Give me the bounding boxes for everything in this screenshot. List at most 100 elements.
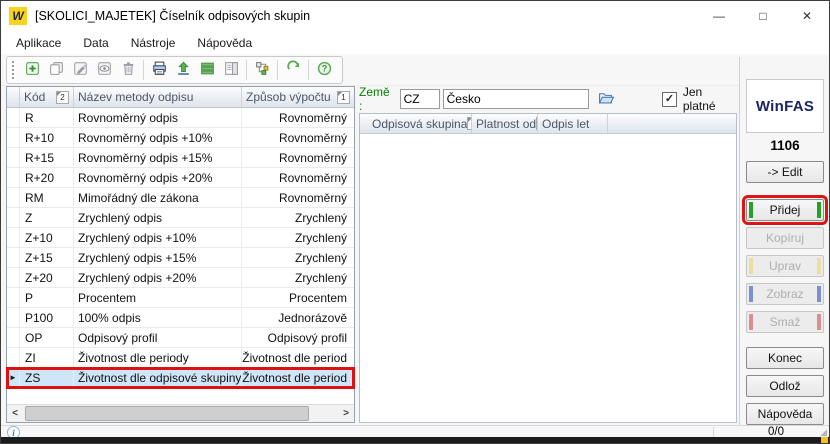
table-row[interactable]: ZIŽivotnost dle periodyŽivotnost dle per… xyxy=(7,348,354,368)
sort-badge: 1 xyxy=(337,91,350,104)
table-cell: Mimořádný dle zákona xyxy=(74,188,242,207)
column-header-zpusob[interactable]: Způsob výpočtu 1 xyxy=(242,87,354,107)
lookup-button[interactable] xyxy=(595,89,619,109)
table-row[interactable]: OPOdpisový profilOdpisový profil xyxy=(7,328,354,348)
toolbar-drag-handle[interactable] xyxy=(12,61,14,79)
table-cell xyxy=(7,208,20,227)
horizontal-scrollbar[interactable]: < > xyxy=(7,404,354,422)
help-button[interactable]: Nápověda xyxy=(746,403,824,425)
table-row[interactable]: ZZrychlený odpisZrychlený xyxy=(7,208,354,228)
column-header-nazev[interactable]: Název metody odpisu xyxy=(74,87,242,107)
task-number: 1106 xyxy=(740,138,830,153)
edit-button-wrap: -> Edit xyxy=(740,161,830,183)
update-record-button[interactable]: Uprav xyxy=(746,255,824,277)
column-header-platnost-od[interactable]: Platnost od 2 xyxy=(472,114,538,133)
view-button[interactable] xyxy=(92,59,116,81)
toolbar: ? xyxy=(1,54,829,86)
end-button[interactable]: Konec xyxy=(746,347,824,369)
table-cell: Rovnoměrný odpis +10% xyxy=(74,128,242,147)
table-row[interactable]: RMMimořádný dle zákonaRovnoměrný xyxy=(7,188,354,208)
table-cell: ► xyxy=(7,368,20,387)
refresh-icon xyxy=(285,60,302,80)
toolbar-separator xyxy=(143,60,144,80)
add-button[interactable] xyxy=(20,59,44,81)
scroll-left-icon[interactable]: < xyxy=(7,408,23,419)
only-valid-label: Jen platné xyxy=(683,85,737,113)
add-record-button[interactable]: Přidej xyxy=(746,199,824,221)
table-cell: Z+15 xyxy=(20,248,74,267)
copy-button[interactable] xyxy=(44,59,68,81)
help-toolbar-button[interactable]: ? xyxy=(312,59,336,81)
table-cell: Životnost dle period xyxy=(242,368,354,387)
close-button[interactable]: ✕ xyxy=(785,1,829,31)
menu-napoveda[interactable]: Nápověda xyxy=(186,33,263,53)
print-button[interactable] xyxy=(147,59,171,81)
show-record-button[interactable]: Zobraz xyxy=(746,283,824,305)
column-header-kod[interactable]: Kód 2 xyxy=(20,87,74,107)
table-row[interactable]: R+15Rovnoměrný odpis +15%Rovnoměrný xyxy=(7,148,354,168)
minimize-button[interactable]: — xyxy=(697,1,741,31)
table-cell: Rovnoměrný xyxy=(242,108,354,127)
list-icon xyxy=(199,60,216,80)
list-button[interactable] xyxy=(195,59,219,81)
edit-mode-button[interactable]: -> Edit xyxy=(746,161,824,183)
table-row[interactable]: R+20Rovnoměrný odpis +20%Rovnoměrný xyxy=(7,168,354,188)
tree-icon xyxy=(254,60,271,80)
table-cell: R+15 xyxy=(20,148,74,167)
svg-text:?: ? xyxy=(321,64,327,74)
column-label: Kód xyxy=(24,90,45,104)
table-row[interactable]: PProcentemProcentem xyxy=(7,288,354,308)
menu-aplikace[interactable]: Aplikace xyxy=(5,33,72,53)
table-cell: 100% odpis xyxy=(74,308,242,327)
table-cell: OP xyxy=(20,328,74,347)
only-valid-checkbox[interactable]: ✓ xyxy=(662,92,677,107)
country-label: Země : xyxy=(359,85,396,113)
maximize-button[interactable]: □ xyxy=(741,1,785,31)
postpone-button[interactable]: Odlož xyxy=(746,375,824,397)
column-label: Způsob výpočtu xyxy=(246,90,331,104)
edit-button[interactable] xyxy=(68,59,92,81)
scrollbar-thumb[interactable] xyxy=(25,406,309,421)
table-cell: Rovnoměrný odpis +20% xyxy=(74,168,242,187)
eye-icon xyxy=(96,60,113,80)
copy-record-button[interactable]: Kopíruj xyxy=(746,227,824,249)
panel-icon xyxy=(223,60,240,80)
table-cell xyxy=(7,128,20,147)
taskbar-winfas-icon[interactable] xyxy=(821,437,828,444)
menu-data[interactable]: Data xyxy=(72,33,119,53)
table-row[interactable]: P100100% odpisJednorázově xyxy=(7,308,354,328)
table-cell: Rovnoměrný odpis +15% xyxy=(74,148,242,167)
delete-record-button[interactable]: Smaž xyxy=(746,311,824,333)
scroll-right-icon[interactable]: > xyxy=(338,408,354,419)
table-row[interactable]: Z+20Zrychlený odpis +20%Zrychlený xyxy=(7,268,354,288)
column-header-odpisova-skupina[interactable]: Odpisová skupina 1 xyxy=(368,114,472,133)
table-cell: Rovnoměrný xyxy=(242,168,354,187)
column-header-odpis-let[interactable]: Odpis let xyxy=(538,114,608,133)
table-cell xyxy=(7,108,20,127)
groups-table: Odpisová skupina 1 Platnost od 2 Odpis l… xyxy=(359,113,737,423)
winfas-logo-text: WinFAS xyxy=(756,98,814,115)
table-cell: Z xyxy=(20,208,74,227)
table-cell: Rovnoměrný xyxy=(242,188,354,207)
export-button[interactable] xyxy=(171,59,195,81)
table-cell: R xyxy=(20,108,74,127)
delete-button[interactable] xyxy=(116,59,140,81)
tree-button[interactable] xyxy=(250,59,274,81)
country-code-input[interactable] xyxy=(400,89,440,109)
menu-nastroje[interactable]: Nástroje xyxy=(120,33,187,53)
title-bar: W [SKOLICI_MAJETEK] Číselník odpisových … xyxy=(1,1,829,31)
toolbar-separator xyxy=(308,60,309,80)
detail-button[interactable] xyxy=(219,59,243,81)
table-cell: Zrychlený xyxy=(242,228,354,247)
table-row[interactable]: ►ZSŽivotnost dle odpisové skupinyŽivotno… xyxy=(7,368,354,388)
table-cell: ZS xyxy=(20,368,74,387)
table-row[interactable]: RRovnoměrný odpisRovnoměrný xyxy=(7,108,354,128)
table-row[interactable]: R+10Rovnoměrný odpis +10%Rovnoměrný xyxy=(7,128,354,148)
refresh-button[interactable] xyxy=(281,59,305,81)
country-name-input[interactable] xyxy=(443,89,589,109)
table-cell: Zrychlený xyxy=(242,208,354,227)
right-table-header: Odpisová skupina 1 Platnost od 2 Odpis l… xyxy=(360,114,736,134)
table-row[interactable]: Z+10Zrychlený odpis +10%Zrychlený xyxy=(7,228,354,248)
column-label: Platnost od xyxy=(476,117,536,131)
table-row[interactable]: Z+15Zrychlený odpis +15%Zrychlený xyxy=(7,248,354,268)
